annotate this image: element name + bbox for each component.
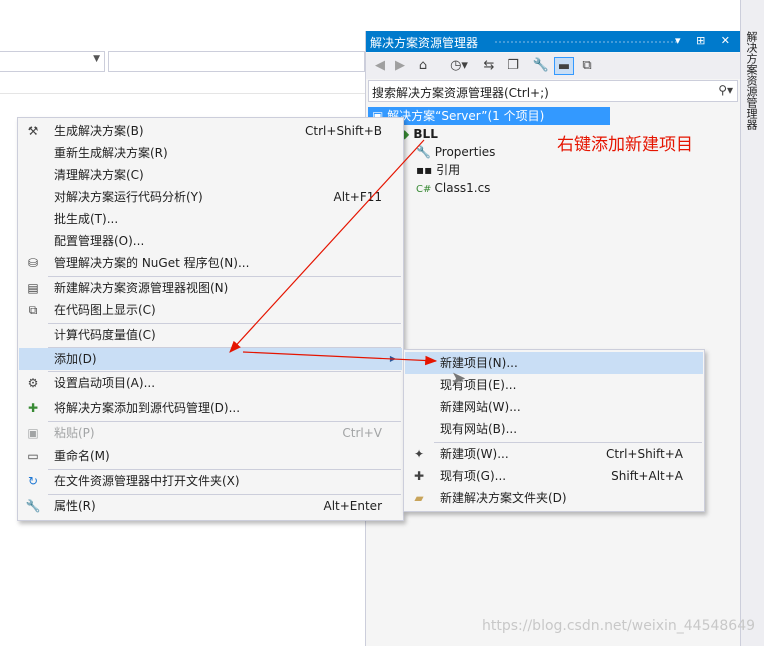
annotation-arrow [242, 351, 438, 366]
annotation-arrows [229, 139, 438, 366]
watermark: https://blog.csdn.net/weixin_44548649 [482, 618, 756, 634]
annotation-text: 右键添加新建项目 [557, 135, 693, 155]
annotation-arrow [229, 139, 425, 353]
